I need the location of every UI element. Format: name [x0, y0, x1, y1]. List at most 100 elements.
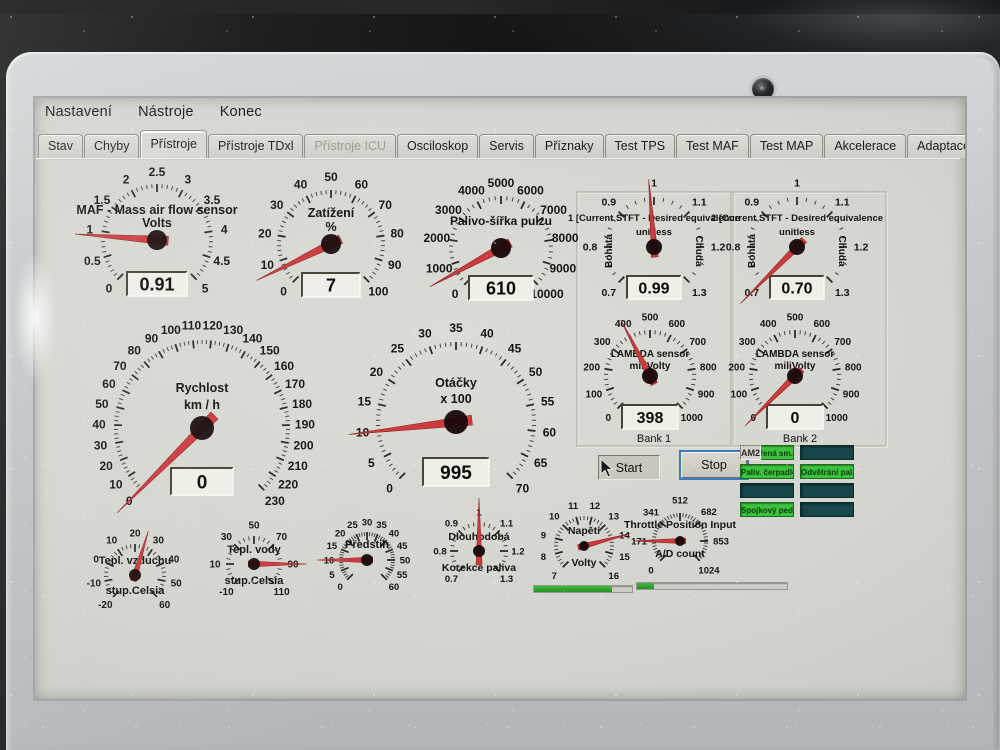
svg-text:70: 70	[113, 359, 127, 373]
svg-text:30: 30	[362, 517, 373, 528]
svg-text:700: 700	[689, 337, 706, 348]
tab-servis[interactable]: Servis	[479, 134, 534, 158]
value-display: 0.91	[127, 272, 187, 296]
svg-text:-20: -20	[98, 600, 113, 611]
tab-test-maf[interactable]: Test MAF	[676, 134, 749, 158]
gauge-caption: %	[325, 220, 336, 234]
svg-text:170: 170	[285, 377, 305, 391]
svg-text:1.1: 1.1	[500, 519, 514, 530]
menu-konec[interactable]: Konec	[220, 104, 262, 120]
gauge-needle	[621, 320, 657, 386]
svg-text:1: 1	[476, 507, 482, 518]
svg-text:500: 500	[787, 313, 804, 324]
tab-stav[interactable]: Stav	[38, 134, 83, 158]
svg-text:2.5: 2.5	[149, 165, 166, 179]
svg-text:0: 0	[452, 287, 459, 301]
svg-text:230: 230	[265, 494, 285, 508]
svg-text:35: 35	[376, 520, 387, 531]
indicator-blank	[800, 502, 854, 517]
needle-hub	[579, 541, 589, 551]
tab-pristroje[interactable]: Přístroje	[140, 130, 207, 158]
svg-text:65: 65	[534, 456, 548, 470]
gauge-dlouhodoba: 0.70.80.911.11.21.3DlouhodobáKorekce pal…	[433, 498, 524, 585]
gauge-needle	[75, 234, 168, 245]
gauge-rychlost: 0102030405060708090100110120130140150160…	[92, 319, 315, 513]
svg-text:10000: 10000	[530, 287, 564, 301]
gauge-caption: km / h	[184, 398, 220, 412]
indicator-blank	[800, 445, 854, 460]
svg-text:0.8: 0.8	[583, 242, 598, 254]
svg-text:5: 5	[329, 570, 335, 581]
svg-text:1000: 1000	[426, 261, 453, 275]
svg-text:10: 10	[356, 426, 370, 440]
svg-text:800: 800	[845, 362, 862, 373]
tab-test-tps[interactable]: Test TPS	[605, 134, 675, 158]
gauge-needle	[633, 538, 686, 544]
svg-text:20: 20	[129, 529, 141, 540]
value-display: 0.99	[627, 276, 681, 299]
svg-text:0.8: 0.8	[433, 546, 446, 557]
value-display: 7	[302, 273, 360, 297]
value-display: 398	[622, 405, 678, 429]
tick-marks: 0.70.80.911.11.21.3	[726, 178, 869, 299]
tab-pristroje-icu[interactable]: Přístroje ICU	[304, 134, 396, 158]
svg-text:0.7: 0.7	[445, 574, 458, 585]
svg-text:60: 60	[543, 426, 557, 440]
svg-text:0: 0	[197, 472, 208, 493]
svg-text:0: 0	[337, 582, 342, 593]
gauge-caption: x 100	[440, 392, 471, 406]
svg-text:14: 14	[619, 530, 630, 541]
tab-adaptace-kam[interactable]: Adaptace/KAM	[907, 134, 965, 158]
svg-text:0: 0	[126, 494, 133, 508]
svg-text:190: 190	[295, 418, 315, 432]
tab-priznaky[interactable]: Příznaky	[535, 134, 604, 158]
needle-hub	[642, 368, 658, 384]
svg-text:90: 90	[287, 560, 299, 571]
bank-panel-1: Bank 1	[577, 192, 732, 447]
svg-text:-10: -10	[219, 587, 234, 598]
gauge-caption: Rychlost	[176, 381, 230, 395]
svg-text:1: 1	[651, 178, 657, 190]
svg-text:0: 0	[648, 565, 653, 576]
svg-text:20: 20	[100, 459, 114, 473]
tab-akcelerace[interactable]: Akcelerace	[824, 134, 906, 158]
svg-text:15: 15	[327, 541, 338, 552]
gauge-napeti: 78910111213141516NapětíVolty	[541, 501, 631, 582]
gauge-side-label-lean: Chudá	[836, 235, 847, 267]
svg-text:90: 90	[388, 258, 402, 272]
svg-text:10: 10	[209, 560, 221, 571]
menu-nastroje[interactable]: Nástroje	[138, 104, 194, 120]
svg-text:40: 40	[294, 178, 308, 192]
tab-osciloskop[interactable]: Osciloskop	[397, 134, 478, 158]
gauge-caption: unitless	[779, 227, 815, 238]
stop-button[interactable]: Stop	[681, 452, 747, 478]
svg-text:800: 800	[700, 362, 717, 373]
gauge-needle	[476, 498, 482, 565]
gauge-caption: Tepl. vzduchu	[99, 555, 172, 567]
svg-text:30: 30	[153, 536, 165, 547]
gauge-caption: LAMBDA sensor	[756, 349, 835, 360]
am2-button[interactable]: AM2	[740, 445, 761, 460]
svg-text:10: 10	[109, 478, 123, 492]
menu-bar: Nastavení Nástroje Konec	[45, 104, 262, 120]
gauge-needle	[649, 179, 659, 257]
tab-chyby[interactable]: Chyby	[84, 134, 139, 158]
tick-marks: 00.511.522.533.544.55	[84, 165, 230, 295]
needle-hub	[129, 569, 141, 581]
menu-nastaveni[interactable]: Nastavení	[45, 104, 112, 120]
svg-text:13: 13	[608, 512, 619, 523]
svg-text:11: 11	[568, 501, 579, 512]
tick-marks: 01002003004005006007008009001000	[728, 313, 862, 425]
gauge-caption: Palivo-šířka pulzu	[450, 214, 552, 228]
svg-text:20: 20	[370, 365, 384, 379]
svg-text:50: 50	[529, 365, 543, 379]
svg-text:0.7: 0.7	[744, 287, 759, 299]
svg-text:0: 0	[386, 482, 393, 496]
value-display: 995	[423, 458, 489, 486]
value-display: 0.70	[770, 276, 824, 299]
tab-pristroje-tdxl[interactable]: Přístroje TDxl	[208, 134, 303, 158]
gauge-caption: miliVolty	[775, 361, 816, 372]
svg-text:60: 60	[355, 178, 369, 192]
gauge-caption: unitless	[636, 227, 672, 238]
tab-test-map[interactable]: Test MAP	[750, 134, 824, 158]
